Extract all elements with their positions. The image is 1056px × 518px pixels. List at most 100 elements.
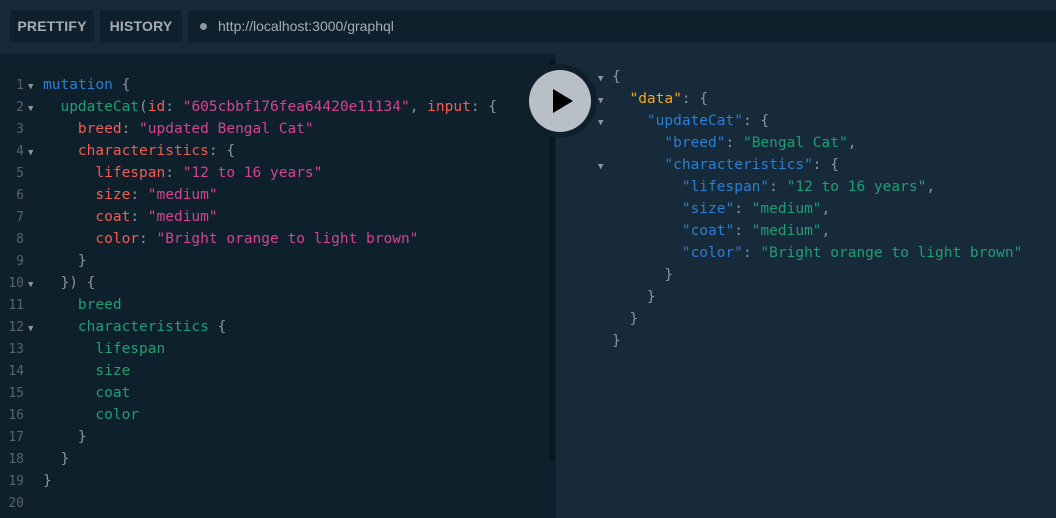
code-token: { (112, 77, 131, 93)
line-number: 20 (8, 496, 24, 511)
code-line: } (596, 308, 1022, 330)
code-token: size (95, 187, 131, 203)
code-line: 18 } (0, 448, 497, 470)
code-token: size (95, 363, 131, 379)
code-line: 9 } (0, 250, 497, 272)
code-token: updateCat (60, 99, 140, 115)
code-token: lifespan (95, 341, 166, 357)
code-token: } (612, 267, 674, 283)
line-number: 12 (8, 320, 24, 335)
code-token: : (165, 99, 183, 115)
code-token: "updated Bengal Cat" (139, 121, 314, 137)
execute-query-button[interactable] (523, 64, 597, 138)
code-line: 3 breed: "updated Bengal Cat" (0, 118, 497, 140)
code-token: color (95, 231, 140, 247)
code-line: 5 lifespan: "12 to 16 years" (0, 162, 497, 184)
code-token: "medium" (751, 223, 822, 239)
line-number: 16 (8, 408, 24, 423)
query-code[interactable]: 1 ▼ mutation {2 ▼ updateCat(id: "605cbbf176… (0, 74, 497, 514)
code-token: : (742, 245, 761, 261)
line-number: 2 (16, 100, 24, 115)
code-token: : (769, 179, 787, 195)
fold-arrow-icon[interactable]: ▼ (24, 274, 43, 296)
code-line: 2 ▼ updateCat(id: "605cbbf176fea64420e111… (0, 96, 497, 118)
code-token: coat (95, 209, 131, 225)
code-token: mutation (43, 77, 113, 93)
code-token: "Bright orange to light brown" (156, 231, 419, 247)
code-token: lifespan (95, 165, 166, 181)
fold-arrow-icon[interactable]: ▼ (24, 98, 43, 120)
prettify-button[interactable]: PRETTIFY (10, 10, 94, 42)
line-number: 7 (16, 210, 24, 225)
code-token: breed (77, 297, 122, 313)
code-token: "medium" (147, 209, 218, 225)
history-button[interactable]: HISTORY (100, 10, 182, 42)
code-token: : { (681, 91, 709, 107)
code-token: } (612, 333, 621, 349)
code-token: , (847, 135, 857, 151)
line-number: 1 (16, 78, 24, 93)
code-line: 8 color: "Bright orange to light brown" (0, 228, 497, 250)
line-number: 11 (8, 298, 24, 313)
fold-arrow-icon[interactable]: ▼ (24, 142, 43, 164)
code-token: } (43, 451, 70, 467)
line-number: 14 (8, 364, 24, 379)
code-token: , (821, 201, 831, 217)
endpoint-url-input[interactable]: http://localhost:3000/graphql (188, 10, 1056, 42)
code-token: : (734, 201, 752, 217)
code-token: , (821, 223, 831, 239)
code-token: coat (95, 385, 131, 401)
code-token: "updateCat" (646, 113, 743, 129)
fold-arrow-icon[interactable]: ▼ (596, 68, 612, 90)
line-number: 4 (16, 144, 24, 159)
code-line: } (596, 286, 1022, 308)
code-line: "breed": "Bengal Cat", (596, 132, 1022, 154)
code-token: characteristics (77, 319, 209, 335)
code-token: "coat" (681, 223, 735, 239)
code-token: : (165, 165, 183, 181)
code-line: ▼ "data": { (596, 88, 1022, 110)
code-token: : (725, 135, 743, 151)
code-line: ▼ "updateCat": { (596, 110, 1022, 132)
code-line: "size": "medium", (596, 198, 1022, 220)
code-token: } (612, 311, 639, 327)
code-line: "coat": "medium", (596, 220, 1022, 242)
code-line: 7 coat: "medium" (0, 206, 497, 228)
code-line: 19} (0, 470, 497, 492)
fold-arrow-icon[interactable]: ▼ (596, 90, 612, 112)
code-token: "medium" (147, 187, 218, 203)
code-token: "12 to 16 years" (182, 165, 323, 181)
code-line: 10 ▼ }) { (0, 272, 497, 294)
code-line: 20 (0, 492, 497, 514)
code-token: breed (77, 121, 122, 137)
fold-arrow-icon[interactable]: ▼ (596, 156, 612, 178)
code-token: : (139, 231, 157, 247)
code-token: : (121, 121, 140, 137)
fold-arrow-icon[interactable]: ▼ (596, 112, 612, 134)
code-token: : (734, 223, 752, 239)
code-line: 16 color (0, 404, 497, 426)
code-token: : { (742, 113, 770, 129)
code-token: : (130, 187, 148, 203)
fold-arrow-icon[interactable]: ▼ (24, 76, 43, 98)
fold-arrow-icon[interactable]: ▼ (24, 318, 43, 340)
line-number: 6 (16, 188, 24, 203)
code-line: "color": "Bright orange to light brown" (596, 242, 1022, 264)
code-token: "Bright orange to light brown" (760, 245, 1023, 261)
code-token: { (612, 69, 621, 85)
line-number: 3 (16, 122, 24, 137)
line-number: 17 (8, 430, 24, 445)
code-token: "breed" (664, 135, 726, 151)
code-line: ▼{ (596, 66, 1022, 88)
